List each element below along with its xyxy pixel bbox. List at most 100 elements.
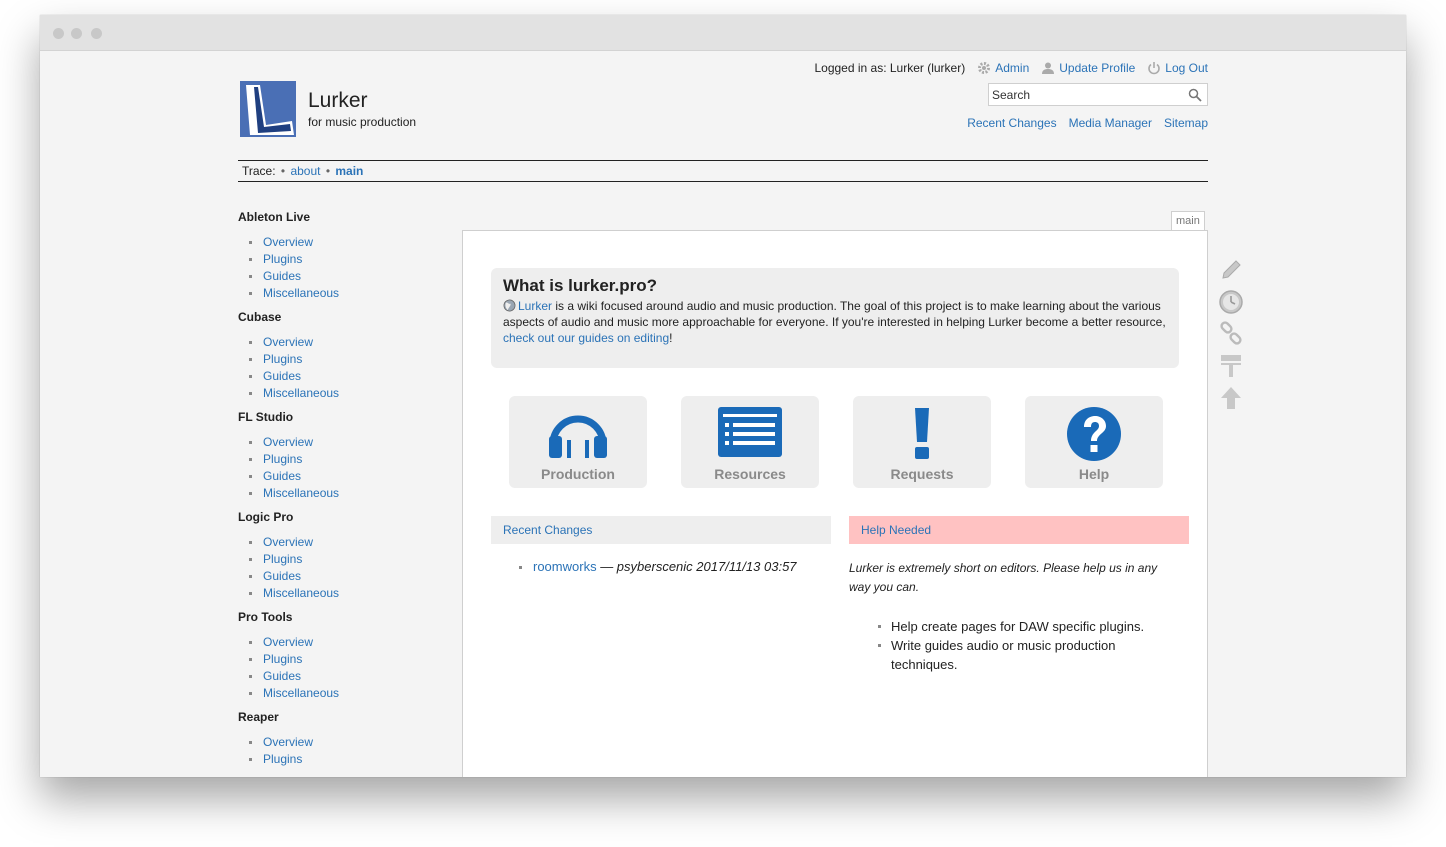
wiki-page: Lurker for music production Logged in as… xyxy=(40,51,1406,777)
intro-lurker-link[interactable]: Lurker xyxy=(518,299,552,313)
admin-link[interactable]: Admin xyxy=(977,61,1029,75)
sidebar-link[interactable]: Overview xyxy=(263,235,313,249)
search-icon[interactable] xyxy=(1188,88,1202,102)
help-tile[interactable]: Help xyxy=(1025,396,1163,488)
tool-icon xyxy=(1221,355,1241,377)
search-input[interactable] xyxy=(989,84,1179,105)
breadcrumb-label: Trace: xyxy=(242,164,276,178)
help-tile-label: Help xyxy=(1078,466,1110,482)
logged-in-status: Logged in as: Lurker (lurker) xyxy=(814,61,966,75)
list-item: roomworks — psyberscenic 2017/11/13 03:5… xyxy=(509,559,797,574)
help-needed-heading-link[interactable]: Help Needed xyxy=(861,523,931,537)
minimize-window-button[interactable] xyxy=(71,28,82,39)
intro-end: ! xyxy=(669,331,673,345)
production-tile[interactable]: Production xyxy=(509,396,647,488)
site-logo[interactable] xyxy=(240,81,296,137)
breadcrumb-item-current[interactable]: main xyxy=(335,164,363,178)
sidebar-list: Overview Plugins xyxy=(238,734,458,768)
sidebar-item: Overview xyxy=(248,334,458,351)
sidebar-link[interactable]: Plugins xyxy=(263,452,302,466)
tool-button[interactable] xyxy=(1216,352,1246,380)
sidebar-section-title: Reaper xyxy=(238,710,279,724)
requests-tile-label: Requests xyxy=(890,466,954,482)
backlinks-button[interactable] xyxy=(1216,320,1246,348)
sidebar-link[interactable]: Plugins xyxy=(263,252,302,266)
sidebar-link[interactable]: Overview xyxy=(263,735,313,749)
help-needed-note: Lurker is extremely short on editors. Pl… xyxy=(849,561,1158,594)
site-tools: Recent Changes Media Manager Sitemap xyxy=(967,116,1208,130)
sidebar-link[interactable]: Miscellaneous xyxy=(263,686,339,700)
backlinks-icon xyxy=(1220,321,1242,345)
log-out-link[interactable]: Log Out xyxy=(1147,61,1208,75)
recent-changes-heading: Recent Changes xyxy=(491,516,831,544)
media-manager-link[interactable]: Media Manager xyxy=(1069,116,1152,130)
breadcrumb-separator: • xyxy=(325,164,331,178)
sidebar-link[interactable]: Overview xyxy=(263,335,313,349)
sidebar-link[interactable]: Guides xyxy=(263,569,301,583)
intro-box: What is lurker.pro? Lurker is a wiki foc… xyxy=(491,268,1179,368)
sidebar-item: Miscellaneous xyxy=(248,485,458,502)
back-to-top-button[interactable] xyxy=(1216,384,1246,412)
site-tagline: for music production xyxy=(308,115,417,129)
update-profile-label: Update Profile xyxy=(1059,61,1136,75)
sidebar-link[interactable]: Plugins xyxy=(263,552,302,566)
update-profile-link[interactable]: Update Profile xyxy=(1041,61,1135,75)
sidebar-link[interactable]: Plugins xyxy=(263,752,302,766)
site-title[interactable]: Lurker xyxy=(308,89,368,113)
recent-changes-list: roomworks — psyberscenic 2017/11/13 03:5… xyxy=(509,559,797,574)
requests-tile[interactable]: Requests xyxy=(853,396,991,488)
sidebar-link[interactable]: Plugins xyxy=(263,352,302,366)
sidebar-link[interactable]: Miscellaneous xyxy=(263,386,339,400)
breadcrumb-separator: • xyxy=(280,164,286,178)
sidebar-link[interactable]: Miscellaneous xyxy=(263,486,339,500)
breadcrumb-item[interactable]: about xyxy=(290,164,320,178)
sidebar-section-title: FL Studio xyxy=(238,410,294,424)
sidebar-link[interactable]: Guides xyxy=(263,369,301,383)
breadcrumb: Trace: • about • main xyxy=(238,160,1208,182)
editing-guides-link[interactable]: check out our guides on editing xyxy=(503,331,669,345)
recent-changes-link[interactable]: Recent Changes xyxy=(967,116,1056,130)
help-needed-list: Help create pages for DAW specific plugi… xyxy=(867,617,1177,674)
sidebar-item: Overview xyxy=(248,534,458,551)
resources-tile[interactable]: Resources xyxy=(681,396,819,488)
sidebar-link[interactable]: Guides xyxy=(263,269,301,283)
log-out-label: Log Out xyxy=(1165,61,1208,75)
sidebar-item: Guides xyxy=(248,668,458,685)
recent-changes-heading-link[interactable]: Recent Changes xyxy=(503,523,592,537)
old-revisions-button[interactable] xyxy=(1216,288,1246,316)
globe-icon xyxy=(503,299,516,312)
sidebar-item: Miscellaneous xyxy=(248,285,458,302)
close-window-button[interactable] xyxy=(53,28,64,39)
sidebar-list: Overview Plugins Guides Miscellaneous xyxy=(238,234,458,302)
production-tile-label: Production xyxy=(541,466,615,482)
sidebar-section-title: Logic Pro xyxy=(238,510,294,524)
admin-label: Admin xyxy=(995,61,1030,75)
sidebar-list: Overview Plugins Guides Miscellaneous xyxy=(238,534,458,602)
sitemap-link[interactable]: Sitemap xyxy=(1164,116,1208,130)
help-needed-heading: Help Needed xyxy=(849,516,1189,544)
sidebar-link[interactable]: Plugins xyxy=(263,652,302,666)
user-tools: Logged in as: Lurker (lurker) Admin Upda… xyxy=(814,61,1208,75)
sidebar-item: Guides xyxy=(248,268,458,285)
sidebar-item: Overview xyxy=(248,234,458,251)
sidebar-list: Overview Plugins Guides Miscellaneous xyxy=(238,334,458,402)
edit-page-button[interactable] xyxy=(1216,256,1246,284)
sidebar-item: Plugins xyxy=(248,451,458,468)
headphones-icon xyxy=(549,415,607,458)
sidebar-item: Plugins xyxy=(248,651,458,668)
sidebar-link[interactable]: Overview xyxy=(263,435,313,449)
recent-change-page-link[interactable]: roomworks xyxy=(533,559,597,574)
sidebar-link[interactable]: Overview xyxy=(263,635,313,649)
edit-icon xyxy=(1222,260,1241,279)
gear-icon xyxy=(978,62,991,74)
sidebar-link[interactable]: Miscellaneous xyxy=(263,286,339,300)
sidebar-item: Plugins xyxy=(248,251,458,268)
sidebar-section-title: Ableton Live xyxy=(238,210,311,224)
zoom-window-button[interactable] xyxy=(91,28,102,39)
intro-paragraph: Lurker is a wiki focused around audio an… xyxy=(503,298,1167,346)
sidebar-link[interactable]: Guides xyxy=(263,669,301,683)
sidebar-link[interactable]: Overview xyxy=(263,535,313,549)
sidebar-link[interactable]: Miscellaneous xyxy=(263,586,339,600)
sidebar-link[interactable]: Guides xyxy=(263,469,301,483)
sidebar-section-title: Cubase xyxy=(238,310,282,324)
